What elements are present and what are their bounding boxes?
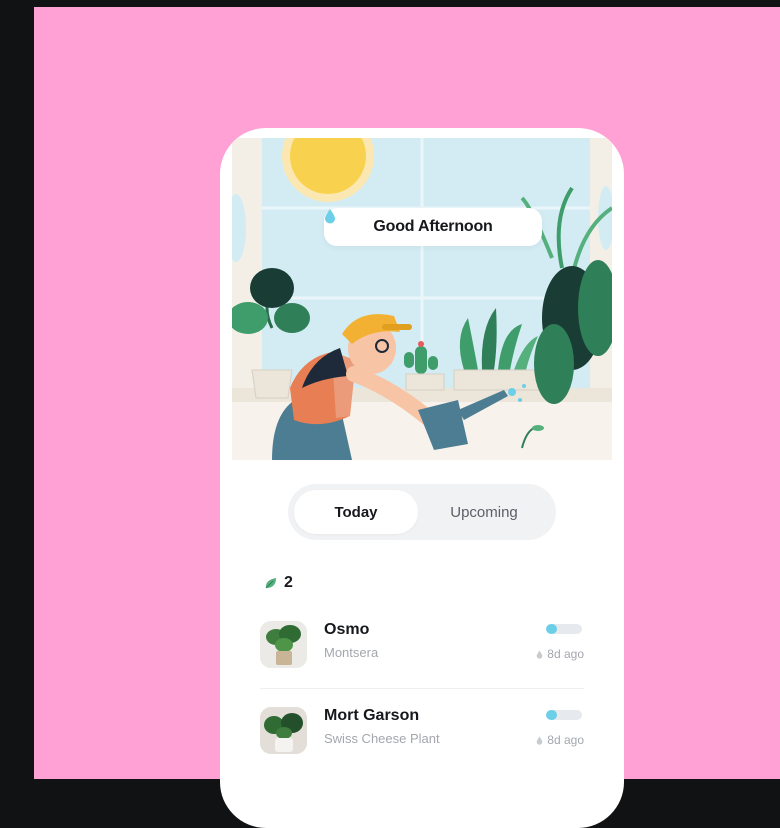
water-level-fill [546, 710, 557, 720]
last-watered-text: 8d ago [547, 733, 584, 747]
tab-switcher: Today Upcoming [288, 484, 556, 540]
last-watered-text: 8d ago [547, 647, 584, 661]
tab-today[interactable]: Today [294, 490, 418, 534]
phone-screen: Good Afternoon Today Upcoming 2 Osmo Mon… [220, 128, 624, 828]
water-drop-icon [325, 209, 335, 224]
water-drop-icon [536, 736, 543, 745]
plant-thumbnail [260, 707, 307, 754]
plant-name: Osmo [324, 621, 370, 638]
water-level-bar [546, 624, 582, 634]
leaf-icon [265, 578, 276, 589]
water-level-bar [546, 710, 582, 720]
last-watered: 8d ago [536, 733, 584, 747]
tab-upcoming[interactable]: Upcoming [418, 490, 550, 534]
water-level-fill [546, 624, 557, 634]
hero-illustration: Good Afternoon [232, 138, 612, 460]
plant-species: Swiss Cheese Plant [324, 731, 440, 746]
plant-count: 2 [264, 574, 293, 592]
list-divider [260, 688, 584, 689]
water-drop-icon [536, 650, 543, 659]
plant-thumbnail [260, 621, 307, 668]
plant-name: Mort Garson [324, 707, 420, 724]
last-watered: 8d ago [536, 647, 584, 661]
plant-count-value: 2 [284, 574, 293, 591]
list-item[interactable]: Mort Garson Swiss Cheese Plant 8d ago [260, 707, 584, 769]
plant-species: Montsera [324, 645, 379, 660]
list-item[interactable]: Osmo Montsera 8d ago [260, 621, 584, 683]
greeting-text: Good Afternoon [373, 218, 493, 235]
greeting-pill: Good Afternoon [324, 208, 542, 246]
gardener-illustration [232, 138, 612, 460]
